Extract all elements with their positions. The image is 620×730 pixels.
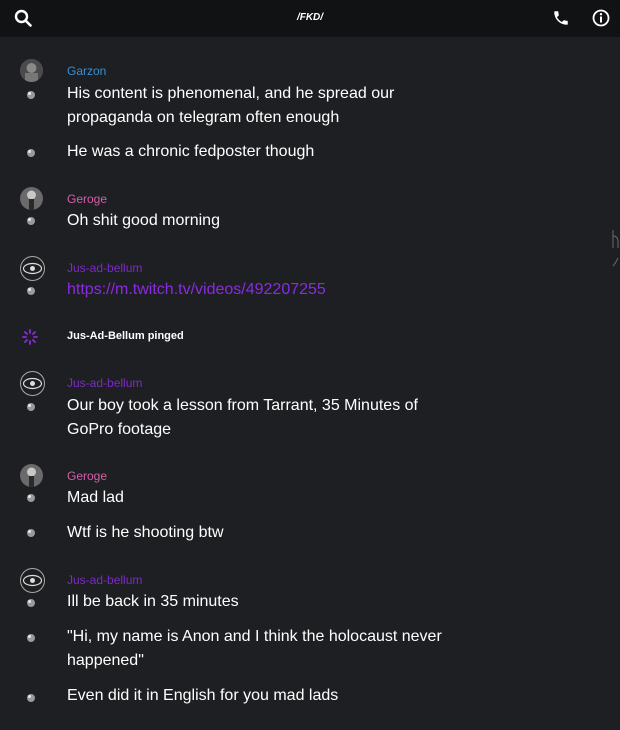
channel-title: /FKD/ — [296, 12, 324, 23]
message-text: Wtf is he shooting btw — [67, 524, 224, 541]
avatar[interactable] — [20, 256, 45, 281]
avatar[interactable] — [20, 59, 43, 82]
status-dot — [27, 694, 35, 702]
username[interactable]: Garzon — [67, 64, 106, 78]
message-text: His content is phenomenal, and he spread… — [67, 85, 395, 126]
username[interactable]: Jus-ad-bellum — [67, 261, 142, 275]
message-text: Ill be back in 35 minutes — [67, 593, 239, 610]
message-text: Mad lad — [67, 489, 124, 506]
status-dot — [27, 634, 35, 642]
ping-text: Jus-Ad-Bellum pinged — [67, 330, 184, 342]
phone-icon[interactable] — [552, 9, 570, 27]
avatar[interactable] — [20, 187, 43, 210]
message-text: He was a chronic fedposter though — [67, 143, 315, 160]
avatar[interactable] — [20, 568, 45, 593]
top-bar: /FKD/ — [0, 0, 620, 37]
username[interactable]: Geroge — [67, 469, 107, 483]
status-dot — [27, 403, 35, 411]
status-dot — [27, 287, 35, 295]
status-dot — [27, 494, 35, 502]
message-text: Oh shit good morning — [67, 212, 220, 229]
status-dot — [27, 599, 35, 607]
status-dot — [27, 529, 35, 537]
username[interactable]: Jus-ad-bellum — [67, 573, 142, 587]
message-text: "Hi, my name is Anon and I think the hol… — [67, 628, 442, 669]
message-link[interactable]: https://m.twitch.tv/videos/492207255 — [67, 278, 467, 302]
status-dot — [27, 91, 35, 99]
status-dot — [27, 149, 35, 157]
message-text: Our boy took a lesson from Tarrant, 35 M… — [67, 397, 418, 438]
avatar[interactable] — [20, 464, 43, 487]
ping-action: pinged — [147, 330, 184, 342]
ping-icon — [22, 329, 38, 350]
username[interactable]: Jus-ad-bellum — [67, 376, 142, 390]
scroll-edge[interactable] — [611, 228, 620, 268]
info-icon[interactable] — [592, 9, 610, 27]
username[interactable]: Geroge — [67, 192, 107, 206]
avatar[interactable] — [20, 371, 45, 396]
message-text: Even did it in English for you mad lads — [67, 687, 339, 704]
status-dot — [27, 217, 35, 225]
ping-user[interactable]: Jus-Ad-Bellum — [67, 330, 145, 342]
